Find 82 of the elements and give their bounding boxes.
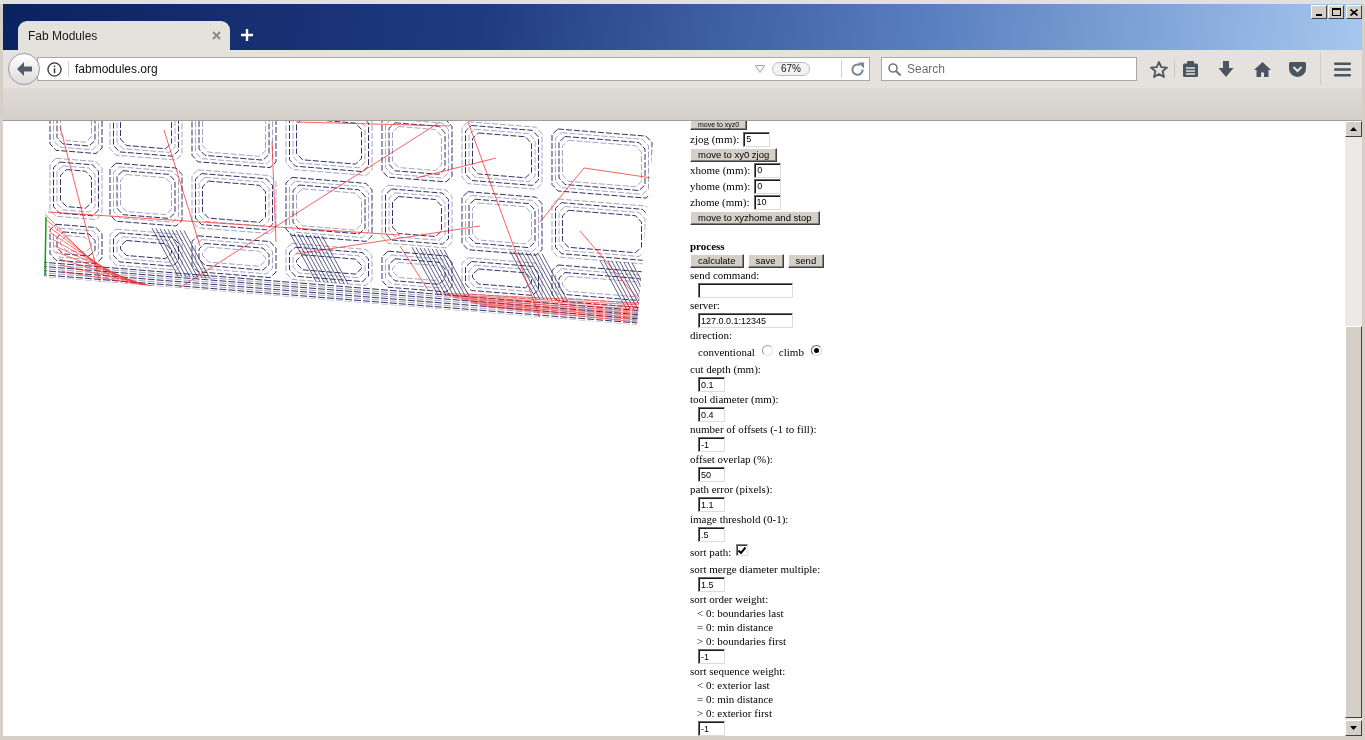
minimize-icon [1316,14,1322,16]
field-label: xhome (mm): [690,163,751,177]
radio-label: conventional [698,345,755,359]
minimize-button[interactable] [1311,5,1327,19]
field-label: image threshold (0-1): [690,512,789,526]
text-field[interactable]: 5 [743,131,771,147]
scrollbar[interactable] [1345,121,1362,736]
field-label: number of offsets (-1 to fill): [690,422,817,436]
text-field[interactable]: -1 [698,437,725,452]
info-icon[interactable] [47,61,62,77]
text-field[interactable]: 1.1 [698,497,725,512]
text-field[interactable]: 0 [754,162,782,178]
field-label: sort merge diameter multiple: [690,562,821,576]
star-icon[interactable] [1150,60,1168,78]
option-note: = 0: min distance [696,692,774,706]
option-note: > 0: exterior first [696,706,772,720]
text-field[interactable]: 127.0.0.1:12345 [698,313,793,328]
close-icon[interactable] [212,31,221,40]
action-button[interactable]: send [787,254,825,268]
field-label: server: [690,298,720,312]
search-field[interactable]: Search [881,57,1137,81]
field-label: send command: [690,268,760,282]
search-placeholder: Search [907,61,946,78]
radio-label: climb [778,345,804,359]
checkmark-icon [738,546,747,554]
option-note: = 0: min distance [696,620,774,634]
download-icon[interactable] [1218,61,1234,77]
field-label: tool diameter (mm): [690,392,779,406]
menu-icon[interactable] [1334,61,1351,77]
address-bar[interactable]: fabmodules.org 67% [37,57,870,81]
back-arrow-icon [16,62,32,76]
text-field[interactable]: 1.5 [698,577,725,592]
reload-icon[interactable] [850,61,865,77]
action-button[interactable]: move to xyzhome and stop [690,211,820,225]
action-button[interactable]: save [747,254,784,268]
field-label: offset overlap (%): [690,452,773,466]
clipboard-icon[interactable] [1183,61,1198,77]
text-field[interactable]: 10 [753,194,781,210]
dropdown-icon[interactable] [755,65,765,73]
down-arrow-icon [1350,726,1357,730]
scroll-up-button[interactable] [1345,121,1362,137]
action-button[interactable]: move to xy0 zjog [690,148,778,162]
text-field[interactable]: .5 [698,527,725,542]
chevron-shield-icon[interactable] [1289,61,1306,77]
url-text[interactable]: fabmodules.org [75,60,158,78]
field-label: cut depth (mm): [690,362,761,376]
maximize-icon [1331,8,1341,16]
home-icon[interactable] [1254,61,1271,77]
option-note: < 0: exterior last [696,678,770,692]
text-field[interactable]: -1 [698,649,725,664]
section-heading: process [690,239,725,253]
plus-icon[interactable] [241,29,253,41]
search-icon [888,62,901,76]
back-button[interactable] [8,53,40,85]
option-note: > 0: boundaries first [696,634,786,648]
radio-button[interactable] [810,344,822,356]
browser-tab[interactable]: Fab Modules [18,21,230,50]
field-label: path error (pixels): [690,482,773,496]
action-button[interactable]: calculate [690,254,744,268]
up-arrow-icon [1350,127,1357,131]
field-label: yhome (mm): [690,179,751,193]
field-label: sort sequence weight: [690,664,786,678]
text-field[interactable]: 0 [754,178,782,194]
zoom-level-button[interactable]: 67% [772,62,810,76]
scrollbar-thumb[interactable] [1345,326,1362,718]
text-field[interactable]: -1 [698,721,725,736]
text-field[interactable] [698,283,793,298]
close-button[interactable] [1346,5,1362,19]
field-label: zjog (mm): [690,132,740,146]
text-field[interactable]: 0.1 [698,377,725,392]
checkbox[interactable] [736,544,749,556]
radio-button[interactable] [761,344,773,356]
checkbox-label: sort path: [690,545,732,559]
maximize-button[interactable] [1328,5,1344,19]
scroll-down-button[interactable] [1345,720,1362,736]
close-icon [1350,8,1358,16]
text-field[interactable]: 0.4 [698,407,725,422]
field-label: sort order weight: [690,592,769,606]
field-label: direction: [690,328,733,342]
field-label: zhome (mm): [690,195,750,209]
text-field[interactable]: 50 [698,467,725,482]
option-note: < 0: boundaries last [696,606,784,620]
